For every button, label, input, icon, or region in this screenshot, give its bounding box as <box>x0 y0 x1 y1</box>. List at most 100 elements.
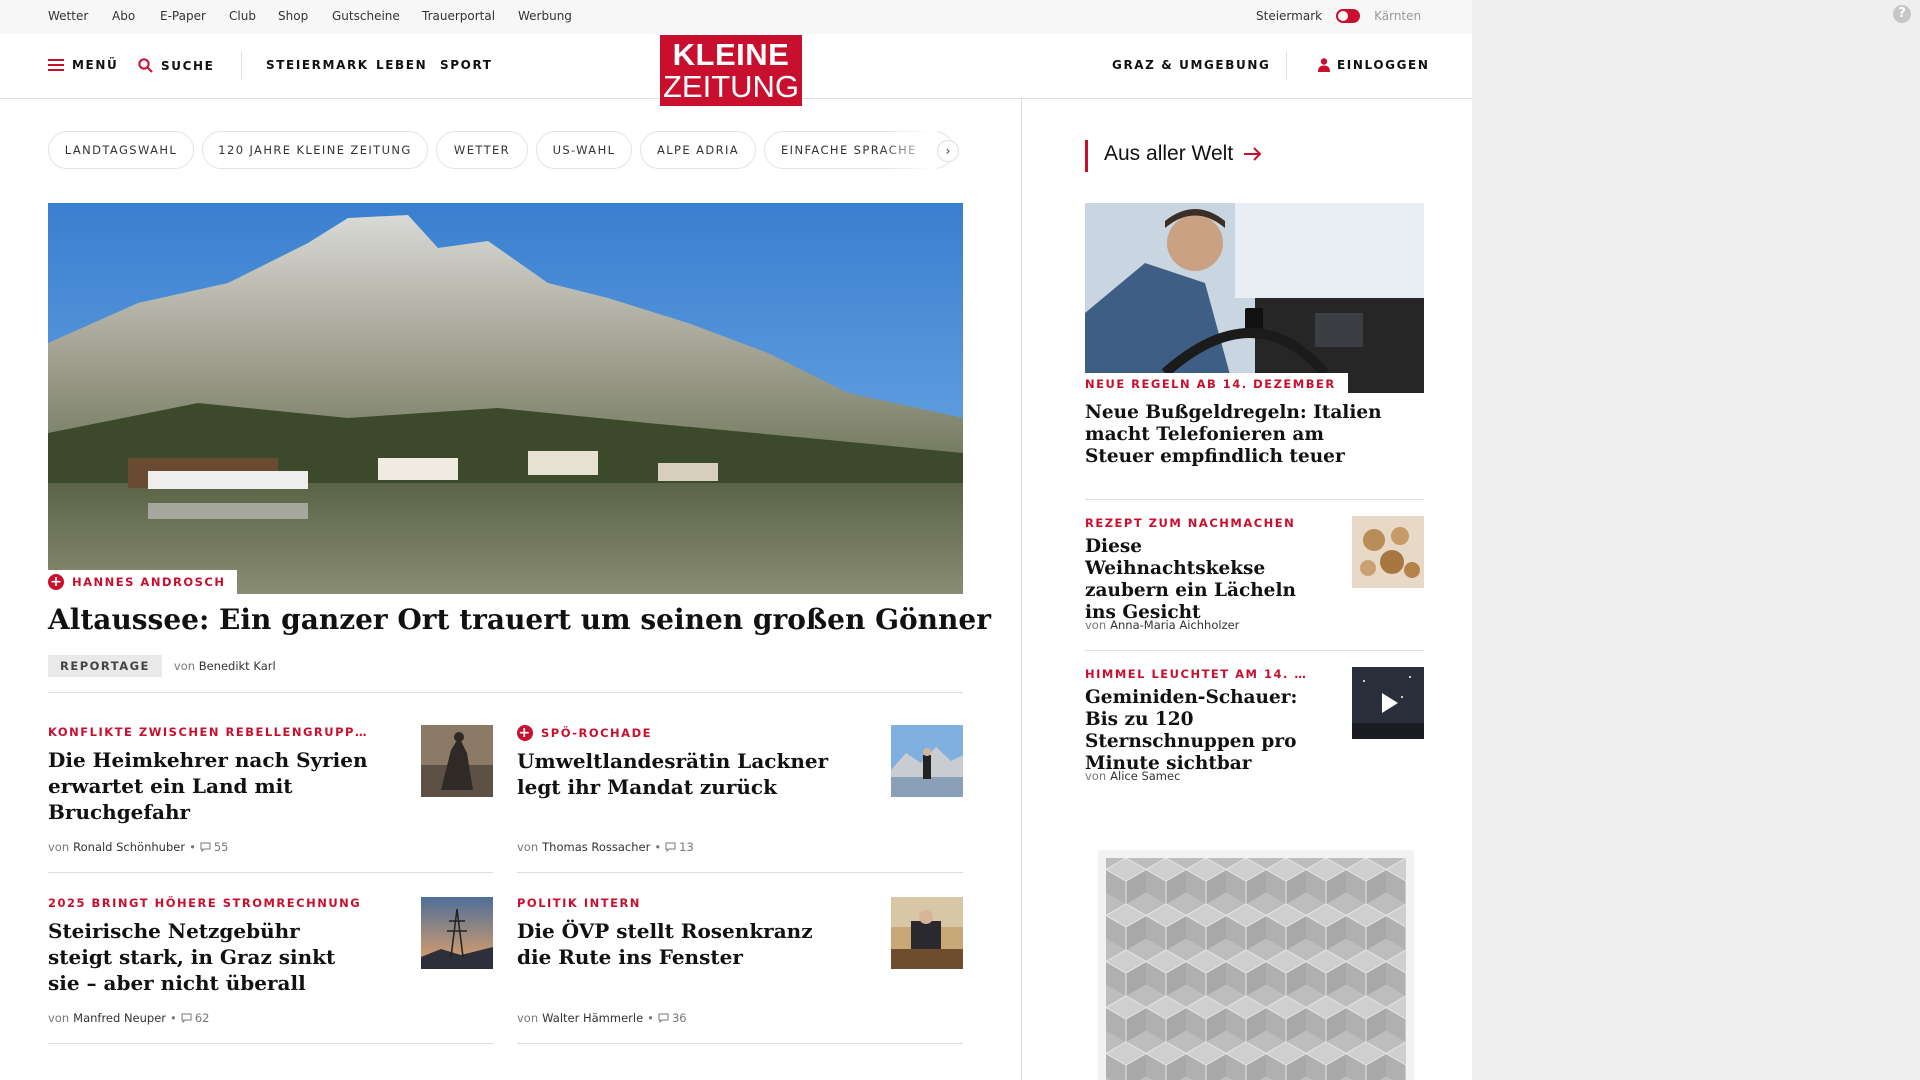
teaser-2-author[interactable]: Thomas Rossacher <box>542 840 650 854</box>
hero-kicker-text: HANNES ANDROSCH <box>72 575 226 589</box>
teaser-4-title[interactable]: Die ÖVP stellt Rosenkranz die Rute ins F… <box>517 918 837 970</box>
teaser-2-title[interactable]: Umweltlandesrätin Lackner legt ihr Manda… <box>517 748 837 800</box>
sidebar-item-2-title[interactable]: Geminiden-Schauer: Bis zu 120 Sternschnu… <box>1085 687 1315 775</box>
divider <box>517 872 963 873</box>
teaser-4-thumbnail[interactable] <box>891 897 963 969</box>
region-toggle[interactable] <box>1336 9 1361 23</box>
teaser-4-meta: von Walter Hämmerle • 36 <box>517 1011 687 1025</box>
nav-leben[interactable]: LEBEN <box>376 58 427 72</box>
teaser-3-comments[interactable]: 62 <box>181 1011 210 1025</box>
section-title: Aus aller Welt <box>1104 142 1234 165</box>
logo-line-2: ZEITUNG <box>662 69 800 104</box>
teaser-4-kicker-text: POLITIK INTERN <box>517 896 641 910</box>
util-link-epaper[interactable]: E-Paper <box>160 9 206 23</box>
teaser-3-by: von <box>48 1011 70 1025</box>
util-link-shop[interactable]: Shop <box>278 9 308 23</box>
meta-dot: • <box>654 840 662 854</box>
sidebar-item-2-author[interactable]: Alice Samec <box>1110 769 1180 783</box>
teaser-3-kicker: 2025 BRINGT HÖHERE STROMRECHNUNG <box>48 896 361 910</box>
teaser-3-comment-count: 62 <box>194 1011 210 1025</box>
nav-sport[interactable]: SPORT <box>440 58 493 72</box>
sidebar-item-1-thumbnail[interactable] <box>1352 516 1424 588</box>
topic-chip-landtagswahl[interactable]: LANDTAGSWAHL <box>48 131 194 169</box>
sidebar-item-2-kicker: HIMMEL LEUCHTET AM 14. … <box>1085 667 1307 681</box>
arrow-right-icon <box>1244 147 1262 161</box>
help-icon[interactable]: ? <box>1893 5 1911 23</box>
util-link-trauerportal[interactable]: Trauerportal <box>422 9 495 23</box>
teaser-2-kicker: + SPÖ-ROCHADE <box>517 725 652 741</box>
teaser-3-title[interactable]: Steirische Netzgebühr steigt stark, in G… <box>48 918 348 996</box>
teaser-1-title[interactable]: Die Heimkehrer nach Syrien erwartet ein … <box>48 747 368 825</box>
sidebar-item-1-by: von <box>1085 618 1107 632</box>
nav-steiermark[interactable]: STEIERMARK <box>266 58 369 72</box>
reportage-badge: REPORTAGE <box>48 655 162 677</box>
hero-kicker: + HANNES ANDROSCH <box>48 570 238 594</box>
sidebar-item-2-kicker-text: HIMMEL LEUCHTET AM 14. … <box>1085 667 1308 681</box>
login-button[interactable]: EINLOGGEN <box>1318 58 1429 72</box>
sidebar-item-1-meta: von Anna-Maria Aichholzer <box>1085 618 1239 632</box>
politician-mountains-picture <box>891 725 963 797</box>
teaser-2-comments[interactable]: 13 <box>665 840 694 854</box>
hero-by: von <box>173 659 196 673</box>
teaser-4-author[interactable]: Walter Hämmerle <box>542 1011 643 1025</box>
divider <box>1085 499 1424 500</box>
util-link-wetter[interactable]: Wetter <box>48 9 88 23</box>
teaser-2-thumbnail[interactable] <box>891 725 963 797</box>
comment-icon <box>665 842 676 852</box>
menu-button[interactable]: MENÜ <box>48 58 118 72</box>
site-page: Wetter Abo E-Paper Club Shop Gutscheine … <box>0 0 1472 1080</box>
user-icon <box>1318 58 1330 72</box>
teaser-1-kicker: KONFLIKTE ZWISCHEN REBELLENGRUPP… <box>48 725 368 739</box>
syria-statue-picture <box>421 725 493 797</box>
logo-line-1: KLEINE <box>672 37 790 72</box>
hero-author[interactable]: Benedikt Karl <box>199 659 276 673</box>
teaser-3-kicker-text: 2025 BRINGT HÖHERE STROMRECHNUNG <box>48 896 362 910</box>
chips-next-button[interactable]: › <box>937 140 959 162</box>
topic-chip-us-wahl[interactable]: US-WAHL <box>536 131 632 169</box>
sidebar-item-2-by: von <box>1085 769 1107 783</box>
region-inactive-label[interactable]: Kärnten <box>1374 9 1421 23</box>
search-button[interactable]: SUCHE <box>138 58 214 73</box>
section-link-aus-aller-welt[interactable]: Aus aller Welt <box>1104 142 1263 166</box>
topic-chip-120-jahre[interactable]: 120 JAHRE KLEINE ZEITUNG <box>202 131 428 169</box>
plus-icon: + <box>517 725 533 741</box>
divider <box>1085 650 1424 651</box>
chips-fade <box>880 131 937 169</box>
util-link-club[interactable]: Club <box>229 9 256 23</box>
hamburger-icon <box>48 59 64 71</box>
teaser-3-author[interactable]: Manfred Neuper <box>73 1011 166 1025</box>
teaser-1-kicker-text: KONFLIKTE ZWISCHEN REBELLENGRUPP… <box>48 725 368 739</box>
sidebar-item-2-thumbnail[interactable] <box>1352 667 1424 739</box>
topic-chip-wetter[interactable]: WETTER <box>436 131 528 169</box>
power-pylon-picture <box>421 897 493 969</box>
util-link-abo[interactable]: Abo <box>112 9 135 23</box>
sidebar-item-1-author[interactable]: Anna-Maria Aichholzer <box>1110 618 1239 632</box>
utility-bar: Wetter Abo E-Paper Club Shop Gutscheine … <box>0 0 1472 34</box>
teaser-1-thumbnail[interactable] <box>421 725 493 797</box>
teaser-2-kicker-text: SPÖ-ROCHADE <box>541 726 652 740</box>
teaser-1-author[interactable]: Ronald Schönhuber <box>73 840 185 854</box>
teaser-1-comments[interactable]: 55 <box>200 840 229 854</box>
hero-headline[interactable]: Altaussee: Ein ganzer Ort trauert um sei… <box>48 603 991 636</box>
kleine-zeitung-logo[interactable]: KLEINE ZEITUNG <box>660 35 802 106</box>
sidebar-lead-title[interactable]: Neue Bußgeldregeln: Italien macht Telefo… <box>1085 402 1385 468</box>
toggle-knob <box>1338 11 1349 21</box>
region-active-label[interactable]: Steiermark <box>1256 9 1322 23</box>
teaser-4-comment-count: 36 <box>671 1011 687 1025</box>
region-switch: Steiermark Kärnten <box>1256 9 1421 23</box>
topic-chip-alpe-adria[interactable]: ALPE ADRIA <box>640 131 756 169</box>
menu-label: MENÜ <box>72 58 119 72</box>
util-link-gutscheine[interactable]: Gutscheine <box>332 9 400 23</box>
sidebar-item-1-kicker: REZEPT ZUM NACHMACHEN <box>1085 516 1295 530</box>
politician-desk-picture <box>891 897 963 969</box>
sidebar-lead-image[interactable] <box>1085 203 1424 393</box>
teaser-1-meta: von Ronald Schönhuber • 55 <box>48 840 229 854</box>
comment-icon <box>658 1013 669 1023</box>
teaser-4-comments[interactable]: 36 <box>658 1011 687 1025</box>
search-icon <box>138 58 153 73</box>
sidebar-item-1-title[interactable]: Diese Weihnachtskekse zaubern ein Lächel… <box>1085 536 1315 624</box>
teaser-3-thumbnail[interactable] <box>421 897 493 969</box>
hero-image[interactable] <box>48 203 963 594</box>
util-link-werbung[interactable]: Werbung <box>518 9 572 23</box>
nav-graz-umgebung[interactable]: GRAZ & UMGEBUNG <box>1112 58 1270 72</box>
